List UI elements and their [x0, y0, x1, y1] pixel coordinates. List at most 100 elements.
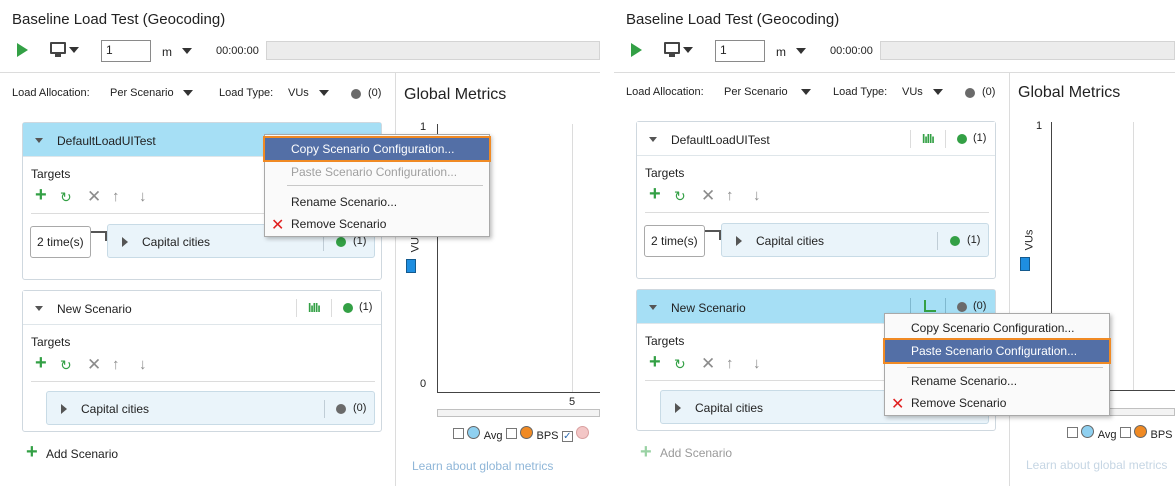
- delete-target-icon[interactable]: ✕: [87, 188, 101, 205]
- load-type-select[interactable]: VUs: [288, 87, 309, 99]
- move-up-icon[interactable]: ↑: [726, 356, 734, 372]
- add-target-icon[interactable]: +: [649, 184, 661, 204]
- paste-scenario-menu-item[interactable]: Paste Scenario Configuration...: [265, 161, 489, 183]
- avg-legend-dot: [467, 426, 481, 439]
- allocation-dropdown-icon[interactable]: [801, 89, 811, 95]
- move-down-icon[interactable]: ↓: [753, 356, 761, 372]
- avg-checkbox[interactable]: [453, 428, 464, 439]
- collapse-icon[interactable]: [35, 138, 43, 143]
- add-target-icon[interactable]: +: [35, 353, 47, 373]
- play-icon[interactable]: [631, 43, 642, 57]
- add-scenario-button[interactable]: Add Scenario: [46, 447, 118, 461]
- copy-scenario-menu-item[interactable]: Copy Scenario Configuration...: [885, 317, 1109, 339]
- load-type-dropdown-icon[interactable]: [933, 89, 943, 95]
- chart-icon[interactable]: lıllı: [922, 132, 935, 146]
- monitor-icon[interactable]: [50, 42, 66, 54]
- remove-scenario-menu-item[interactable]: Remove Scenario: [885, 392, 1109, 414]
- collapse-icon[interactable]: [649, 137, 657, 142]
- add-scenario-icon[interactable]: +: [640, 442, 652, 462]
- duration-unit[interactable]: m: [162, 45, 172, 59]
- delete-target-icon[interactable]: ✕: [701, 355, 715, 372]
- menu-separator: [287, 185, 483, 186]
- load-type-dropdown-icon[interactable]: [319, 90, 329, 96]
- paste-scenario-menu-item[interactable]: Paste Scenario Configuration...: [883, 338, 1111, 364]
- monitor-dropdown-icon[interactable]: [683, 47, 693, 53]
- expand-icon[interactable]: [61, 404, 67, 414]
- duration-unit[interactable]: m: [776, 45, 786, 59]
- target-count: (1): [967, 234, 981, 246]
- add-group-icon[interactable]: ↻: [60, 357, 72, 373]
- divider: [937, 232, 938, 250]
- add-target-icon[interactable]: +: [35, 185, 47, 205]
- move-down-icon[interactable]: ↓: [139, 357, 147, 373]
- avg-legend-dot: [1081, 425, 1095, 438]
- series-swatch: [1020, 257, 1030, 271]
- status-dot: [351, 89, 361, 99]
- delete-target-icon[interactable]: ✕: [87, 356, 101, 373]
- divider: [331, 299, 332, 317]
- move-up-icon[interactable]: ↑: [726, 188, 734, 204]
- target-name: Capital cities: [142, 235, 211, 249]
- iterations-box[interactable]: 2 time(s): [644, 225, 705, 257]
- unit-dropdown-icon[interactable]: [182, 48, 192, 54]
- chart-scrollbar[interactable]: [437, 409, 600, 417]
- move-down-icon[interactable]: ↓: [139, 189, 147, 205]
- duration-input[interactable]: 1: [715, 40, 765, 62]
- move-down-icon[interactable]: ↓: [753, 188, 761, 204]
- legend-avg: Avg: [1097, 429, 1117, 441]
- allocation-select[interactable]: Per Scenario: [724, 86, 788, 98]
- bps-checkbox[interactable]: [1119, 427, 1131, 438]
- copy-scenario-menu-item[interactable]: Copy Scenario Configuration...: [263, 136, 491, 162]
- chart-legend: Avg BPS: [1067, 425, 1173, 441]
- checked-checkbox[interactable]: ✓: [561, 431, 573, 442]
- monitor-stand: [55, 54, 61, 57]
- add-target-icon[interactable]: +: [649, 352, 661, 372]
- monitor-dropdown-icon[interactable]: [69, 47, 79, 53]
- page-title: Baseline Load Test (Geocoding): [12, 11, 226, 28]
- target-row[interactable]: Capital cities (0): [46, 391, 375, 425]
- add-scenario-icon[interactable]: +: [26, 442, 38, 462]
- allocation-dropdown-icon[interactable]: [183, 90, 193, 96]
- allocation-label: Load Allocation:: [12, 87, 90, 99]
- duration-input[interactable]: 1: [101, 40, 151, 62]
- expand-icon[interactable]: [736, 236, 742, 246]
- metrics-help-link[interactable]: Learn about global metrics: [412, 459, 553, 473]
- rename-scenario-menu-item[interactable]: Rename Scenario...: [885, 370, 1109, 392]
- rename-scenario-menu-item[interactable]: Rename Scenario...: [265, 191, 489, 213]
- add-group-icon[interactable]: ↻: [60, 189, 72, 205]
- scenario-card: DefaultLoadUITest lıllı (1) Targets + ↻ …: [636, 121, 996, 279]
- avg-checkbox[interactable]: [1067, 427, 1078, 438]
- chart-icon[interactable]: [924, 300, 936, 312]
- metrics-title: Global Metrics: [404, 86, 507, 103]
- move-up-icon[interactable]: ↑: [112, 189, 120, 205]
- target-row[interactable]: Capital cities (1): [721, 223, 989, 257]
- add-scenario-button[interactable]: Add Scenario: [660, 446, 732, 460]
- metrics-help-link[interactable]: Learn about global metrics: [1026, 458, 1167, 472]
- expand-icon[interactable]: [675, 403, 681, 413]
- targets-label: Targets: [31, 167, 71, 181]
- expand-icon[interactable]: [122, 237, 128, 247]
- add-group-icon[interactable]: ↻: [674, 356, 686, 372]
- remove-scenario-menu-item[interactable]: Remove Scenario: [265, 213, 489, 235]
- delete-target-icon[interactable]: ✕: [701, 187, 715, 204]
- play-icon[interactable]: [17, 43, 28, 57]
- monitor-stand: [669, 54, 675, 57]
- monitor-icon[interactable]: [664, 42, 680, 54]
- collapse-icon[interactable]: [35, 306, 43, 311]
- status-dot: [336, 404, 346, 414]
- target-name: Capital cities: [695, 401, 764, 415]
- divider: [31, 381, 375, 382]
- left-screenshot: Baseline Load Test (Geocoding) 1 m 00:00…: [0, 0, 600, 486]
- y-axis-label: VUs: [1023, 229, 1036, 251]
- iterations-box[interactable]: 2 time(s): [30, 226, 91, 258]
- unit-dropdown-icon[interactable]: [796, 48, 806, 54]
- bps-checkbox[interactable]: [505, 428, 517, 439]
- chart-icon[interactable]: lıllı: [308, 301, 321, 315]
- collapse-icon[interactable]: [649, 305, 657, 310]
- status-dot: [957, 302, 967, 312]
- add-group-icon[interactable]: ↻: [674, 188, 686, 204]
- move-up-icon[interactable]: ↑: [112, 357, 120, 373]
- allocation-select[interactable]: Per Scenario: [110, 87, 174, 99]
- load-type-select[interactable]: VUs: [902, 86, 923, 98]
- bps-legend-dot: [520, 426, 534, 439]
